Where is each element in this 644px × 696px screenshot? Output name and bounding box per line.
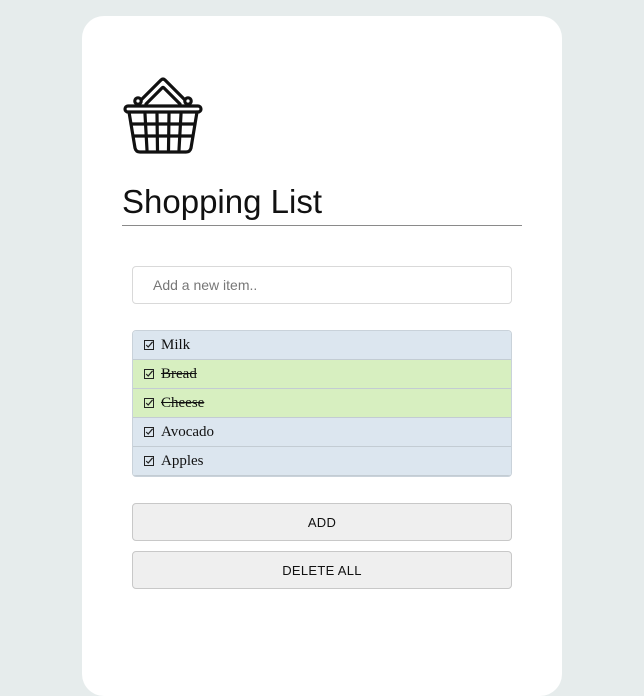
- list-item[interactable]: Avocado: [133, 418, 511, 447]
- checkbox-checked-icon[interactable]: [144, 456, 154, 466]
- checkbox-checked-icon[interactable]: [144, 369, 154, 379]
- checkbox-checked-icon[interactable]: [144, 340, 154, 350]
- shopping-basket-icon: [123, 77, 203, 154]
- list-item-label: Apples: [161, 452, 204, 469]
- checkbox-checked-icon[interactable]: [144, 398, 154, 408]
- shopping-list-card: Shopping List Milk Bread Cheese Avocado …: [82, 16, 562, 696]
- checkbox-checked-icon[interactable]: [144, 427, 154, 437]
- new-item-input[interactable]: [132, 266, 512, 304]
- list-item[interactable]: Milk: [133, 331, 511, 360]
- list-item-label: Avocado: [161, 423, 215, 440]
- shopping-items-list: Milk Bread Cheese Avocado Apples: [132, 330, 512, 477]
- page-title: Shopping List: [122, 182, 522, 226]
- list-item[interactable]: Cheese: [133, 389, 511, 418]
- list-item[interactable]: Apples: [133, 447, 511, 476]
- list-item-label: Bread: [161, 365, 197, 382]
- list-item-label: Milk: [161, 336, 191, 353]
- list-item-label: Cheese: [161, 394, 205, 411]
- list-item[interactable]: Bread: [133, 360, 511, 389]
- delete-all-button[interactable]: DELETE ALL: [132, 551, 512, 589]
- add-button[interactable]: ADD: [132, 503, 512, 541]
